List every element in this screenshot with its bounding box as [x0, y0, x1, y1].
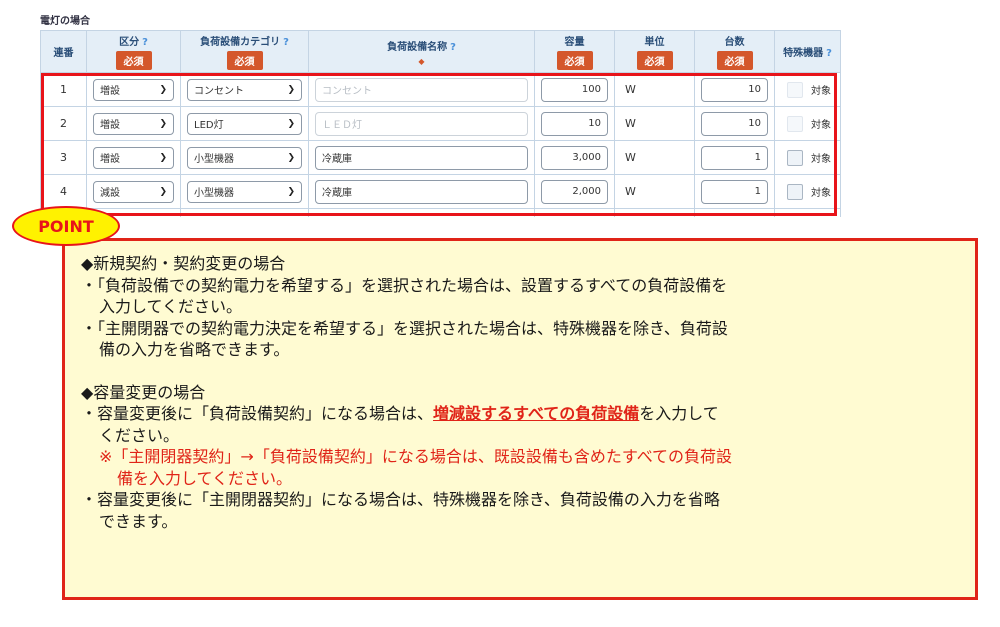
help-icon[interactable]: ?: [450, 42, 456, 53]
chevron-down-icon: ❯: [159, 118, 167, 129]
point-bullet: ・容量変更後に「負荷設備契約」になる場合は、増減設するすべての負荷設備を入力して: [81, 404, 719, 423]
point-bullet: ・「負荷設備での契約電力を希望する」を選択された場合は、設置するすべての負荷設備…: [81, 275, 728, 295]
row-number: 3: [40, 140, 87, 175]
point-note: ※「主開閉器契約」→「負荷設備契約」になる場合は、既設設備も含めたすべての負荷設: [99, 447, 733, 466]
capacity-input[interactable]: 2,000: [541, 179, 608, 204]
emphasis-text: 増減設するすべての負荷設備: [433, 404, 640, 423]
help-icon[interactable]: ?: [826, 48, 832, 59]
row-number: 2: [40, 106, 87, 141]
category-select[interactable]: コンセント ❯: [187, 78, 302, 101]
category-select[interactable]: 小型機器 ❯: [187, 146, 302, 169]
capacity-input[interactable]: 10: [541, 111, 608, 136]
load-equipment-table: 連番 区分? 必須 負荷設備カテゴリ? 必須 負荷設備名称? ◆ 容量 必須 単…: [40, 30, 841, 217]
col-header-count: 台数 必須: [694, 30, 775, 73]
required-marker: ◆: [418, 56, 425, 66]
point-bullet: ・「主開閉器での契約電力決定を希望する」を選択された場合は、特殊機器を除き、負荷…: [81, 318, 728, 338]
category-select[interactable]: LED灯 ❯: [187, 112, 302, 135]
special-checkbox: [787, 115, 803, 132]
point-note-cont: 備を入力してください。: [117, 468, 293, 488]
table-row: 4 減設 ❯ 小型機器 ❯ 冷蔵庫 2,000 W 1 対象: [40, 174, 841, 209]
section-title: 電灯の場合: [40, 16, 90, 27]
equipment-name-input: ＬＥＤ灯: [315, 111, 528, 136]
special-label: 対象: [811, 154, 831, 165]
col-header-category: 負荷設備カテゴリ? 必須: [180, 30, 309, 73]
chevron-down-icon: ❯: [287, 118, 295, 129]
unit-label: W: [614, 140, 695, 175]
special-checkbox: [787, 81, 803, 98]
point-heading-capacity-change: ◆容量変更の場合: [81, 382, 206, 402]
unit-label: W: [614, 174, 695, 209]
chevron-down-icon: ❯: [287, 84, 295, 95]
kubun-select[interactable]: 増設 ❯: [93, 146, 174, 169]
col-header-no: 連番: [40, 30, 87, 73]
help-icon[interactable]: ?: [283, 37, 289, 48]
chevron-down-icon: ❯: [159, 152, 167, 163]
col-header-special: 特殊機器?: [774, 30, 841, 73]
count-input[interactable]: 1: [701, 145, 768, 170]
table-row: 1 増設 ❯ コンセント ❯ コンセント 100 W 10 対象: [40, 72, 841, 107]
kubun-select[interactable]: 増設 ❯: [93, 78, 174, 101]
special-label: 対象: [811, 120, 831, 131]
point-bullet-cont: 備の入力を省略できます。: [99, 340, 290, 359]
count-input[interactable]: 10: [701, 111, 768, 136]
unit-label: W: [614, 106, 695, 141]
table-row-partial: [40, 208, 841, 217]
count-input[interactable]: 10: [701, 77, 768, 102]
chevron-down-icon: ❯: [159, 186, 167, 197]
required-badge: 必須: [716, 51, 753, 70]
capacity-input[interactable]: 100: [541, 77, 608, 102]
chevron-down-icon: ❯: [159, 84, 167, 95]
help-icon[interactable]: ?: [142, 37, 148, 48]
point-badge: POINT: [12, 206, 120, 246]
required-badge: 必須: [636, 51, 673, 70]
required-badge: 必須: [226, 51, 263, 70]
required-badge: 必須: [556, 51, 593, 70]
special-checkbox[interactable]: [787, 149, 803, 166]
point-callout: ◆新規契約・契約変更の場合 ・「負荷設備での契約電力を希望する」を選択された場合…: [62, 238, 978, 600]
col-header-capacity: 容量 必須: [534, 30, 615, 73]
point-bullet-cont: できます。: [99, 511, 178, 531]
row-number: 1: [40, 72, 87, 107]
point-bullet-cont: ください。: [99, 425, 180, 445]
table-row: 3 増設 ❯ 小型機器 ❯ 冷蔵庫 3,000 W 1 対象: [40, 140, 841, 175]
table-row: 2 増設 ❯ LED灯 ❯ ＬＥＤ灯 10 W 10 対象: [40, 106, 841, 141]
point-bullet-cont: 入力してください。: [99, 297, 243, 316]
col-header-unit: 単位 必須: [614, 30, 695, 73]
point-bullet: ・容量変更後に「主開閉器契約」になる場合は、特殊機器を除き、負荷設備の入力を省略: [81, 490, 720, 509]
required-badge: 必須: [115, 51, 152, 70]
kubun-select[interactable]: 減設 ❯: [93, 180, 174, 203]
table-header-row: 連番 区分? 必須 負荷設備カテゴリ? 必須 負荷設備名称? ◆ 容量 必須 単…: [40, 30, 841, 73]
special-label: 対象: [811, 188, 831, 199]
row-number: 4: [40, 174, 87, 209]
category-select[interactable]: 小型機器 ❯: [187, 180, 302, 203]
chevron-down-icon: ❯: [287, 186, 295, 197]
chevron-down-icon: ❯: [287, 152, 295, 163]
kubun-select[interactable]: 増設 ❯: [93, 112, 174, 135]
point-heading-new-contract: ◆新規契約・契約変更の場合: [81, 254, 286, 273]
capacity-input[interactable]: 3,000: [541, 145, 608, 170]
unit-label: W: [614, 72, 695, 107]
col-header-kubun: 区分? 必須: [86, 30, 181, 73]
col-header-name: 負荷設備名称? ◆: [308, 30, 535, 73]
equipment-name-input[interactable]: 冷蔵庫: [315, 179, 528, 204]
special-checkbox[interactable]: [787, 183, 803, 200]
equipment-name-input[interactable]: 冷蔵庫: [315, 145, 528, 170]
count-input[interactable]: 1: [701, 179, 768, 204]
special-label: 対象: [811, 86, 831, 97]
equipment-name-input: コンセント: [315, 77, 528, 102]
